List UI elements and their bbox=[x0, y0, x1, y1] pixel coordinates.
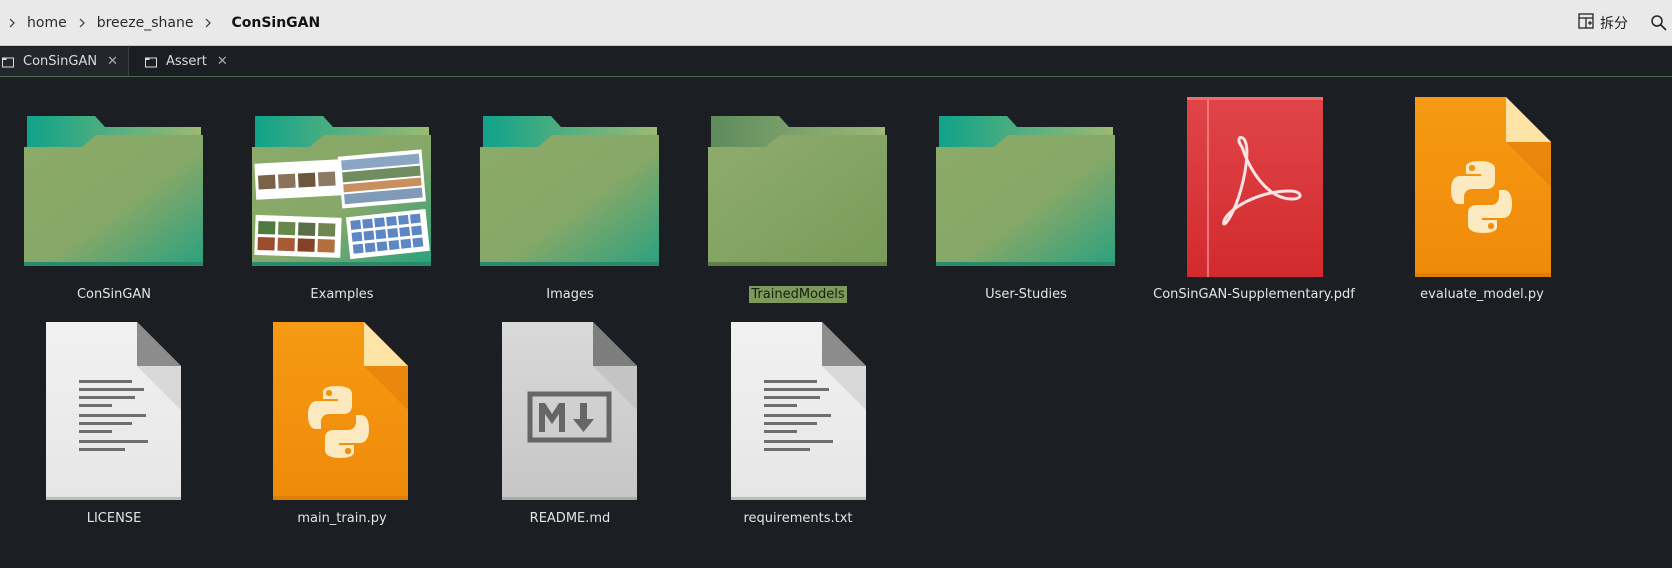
chevron-right-icon bbox=[5, 16, 19, 30]
breadcrumb-home[interactable]: home bbox=[0, 0, 75, 46]
tab-label: Assert bbox=[165, 54, 207, 69]
split-view-button[interactable]: 拆分 bbox=[1578, 13, 1628, 33]
folder-icon bbox=[2, 56, 14, 68]
file-name: Images bbox=[546, 287, 594, 302]
breadcrumb-current[interactable]: ConSinGAN bbox=[201, 0, 328, 46]
pdf-icon bbox=[1187, 97, 1323, 277]
file-item-consingan-supplementary-pdf[interactable]: ConSinGAN-Supplementary.pdf bbox=[1140, 90, 1368, 320]
search-icon[interactable] bbox=[1650, 14, 1668, 32]
file-name: evaluate_model.py bbox=[1420, 287, 1544, 302]
file-name: LICENSE bbox=[86, 511, 142, 526]
breadcrumb-label: home bbox=[27, 14, 67, 31]
breadcrumb-label: breeze_shane bbox=[96, 14, 194, 31]
python-file-icon bbox=[1415, 97, 1551, 277]
folder-icon bbox=[936, 116, 1115, 266]
breadcrumb-user[interactable]: breeze_shane bbox=[75, 0, 202, 46]
file-item-user-studies[interactable]: User-Studies bbox=[912, 90, 1140, 320]
close-icon[interactable]: ✕ bbox=[107, 54, 118, 69]
file-item-readme-md[interactable]: README.md bbox=[456, 318, 684, 548]
breadcrumb-label: ConSinGAN bbox=[231, 14, 321, 31]
tab-assert[interactable]: Assert ✕ bbox=[129, 47, 238, 76]
folder-icon bbox=[708, 116, 887, 266]
split-view-label: 拆分 bbox=[1600, 16, 1628, 32]
file-item-images[interactable]: Images bbox=[456, 90, 684, 320]
file-item-requirements-txt[interactable]: requirements.txt bbox=[684, 318, 912, 548]
close-icon[interactable]: ✕ bbox=[217, 54, 228, 69]
file-name: TrainedModels bbox=[749, 286, 847, 303]
file-name: User-Studies bbox=[985, 287, 1067, 302]
tab-label: ConSinGAN bbox=[23, 54, 98, 69]
folder-icon bbox=[144, 56, 157, 68]
file-item-evaluate-model-py[interactable]: evaluate_model.py bbox=[1368, 90, 1596, 320]
file-item-trainedmodels[interactable]: TrainedModels bbox=[684, 90, 912, 320]
folder-icon bbox=[480, 116, 659, 266]
folder-icon bbox=[24, 116, 203, 266]
python-file-icon bbox=[273, 322, 408, 500]
file-item-consingan[interactable]: ConSinGAN bbox=[0, 90, 228, 320]
file-name: ConSinGAN-Supplementary.pdf bbox=[1153, 287, 1355, 302]
file-item-license[interactable]: LICENSE bbox=[0, 318, 228, 548]
text-file-icon bbox=[46, 322, 181, 500]
file-name: README.md bbox=[529, 511, 611, 526]
tab-consingan[interactable]: ConSinGAN ✕ bbox=[0, 47, 129, 76]
chevron-right-icon bbox=[201, 16, 215, 30]
file-name: main_train.py bbox=[297, 511, 387, 526]
breadcrumb-bar: home breeze_shane ConSinGAN 拆分 bbox=[0, 0, 1672, 46]
file-name: Examples bbox=[310, 287, 374, 302]
chevron-right-icon bbox=[75, 16, 89, 30]
markdown-file-icon bbox=[502, 322, 637, 500]
folder-with-preview-icon bbox=[252, 116, 431, 266]
file-name: ConSinGAN bbox=[76, 287, 152, 302]
file-item-examples[interactable]: Examples bbox=[228, 90, 456, 320]
file-item-main-train-py[interactable]: main_train.py bbox=[228, 318, 456, 548]
split-view-icon bbox=[1578, 13, 1594, 33]
text-file-icon bbox=[731, 322, 866, 500]
file-name: requirements.txt bbox=[743, 511, 853, 526]
tab-bar: ConSinGAN ✕ Assert ✕ bbox=[0, 47, 1672, 77]
